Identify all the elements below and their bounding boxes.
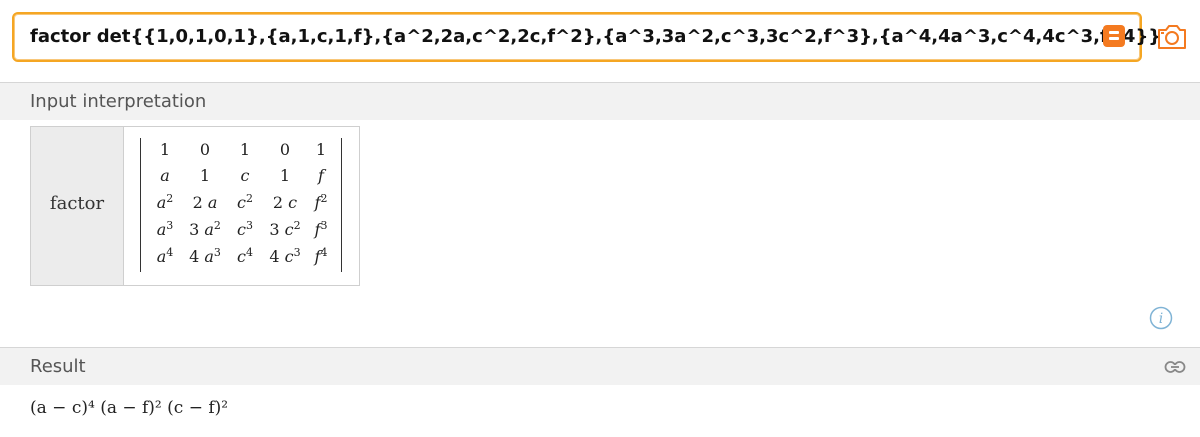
interp-label-cell: factor [31,127,124,285]
link-icon[interactable] [1164,360,1186,374]
matrix-cell: c [240,166,250,185]
matrix-cell: 1 [199,166,211,185]
matrix-cell: 3 c2 [269,219,301,239]
matrix-cell: c4 [237,246,253,266]
camera-icon[interactable] [1156,22,1188,52]
matrix-cell: a [160,166,170,185]
matrix-cell: 2 a [192,193,218,212]
input-interpretation-header: Input interpretation [0,82,1200,120]
result-value: (a − c)⁴ (a − f)² (c − f)² [30,398,229,418]
matrix-cell: 4 a3 [189,246,221,266]
matrix-cell: 0 [199,140,211,159]
query-input-box[interactable]: factor det{{1,0,1,0,1},{a,1,c,1,f},{a^2,… [12,12,1161,62]
matrix-cell: f [318,166,324,185]
interp-label: factor [49,193,105,214]
matrix-cell: a2 [156,192,174,212]
matrix-cell: 1 [315,140,327,159]
matrix-cell: f2 [314,192,328,212]
matrix-cell: 4 c3 [269,246,301,266]
equals-icon[interactable] [1103,25,1125,47]
svg-text:i: i [1159,311,1163,327]
matrix-cell: a3 [156,219,174,239]
matrix-cell: 1 [279,166,291,185]
matrix-cell: c3 [237,219,253,239]
matrix-cell: 2 c [272,193,298,212]
matrix-cell: 0 [279,140,291,159]
matrix-cell: a4 [156,246,174,266]
matrix-cell: c2 [237,192,253,212]
input-interpretation-title: Input interpretation [30,91,207,112]
determinant-matrix: 1 0 1 0 1 a 1 c 1 f a2 2 a c2 2 c f2 a3 3 a2 c3 3 c2 f3 a4 4 … [140,138,342,272]
matrix-cell: 1 [159,140,171,159]
matrix-cell: f3 [314,219,328,239]
info-icon[interactable]: i [1149,306,1173,330]
result-header: Result [0,347,1200,385]
matrix-cell: f4 [314,246,328,266]
result-title: Result [30,356,86,377]
query-input[interactable]: factor det{{1,0,1,0,1},{a,1,c,1,f},{a^2,… [30,14,1161,60]
matrix-cell: 1 [239,140,251,159]
matrix-cell: 3 a2 [189,219,221,239]
